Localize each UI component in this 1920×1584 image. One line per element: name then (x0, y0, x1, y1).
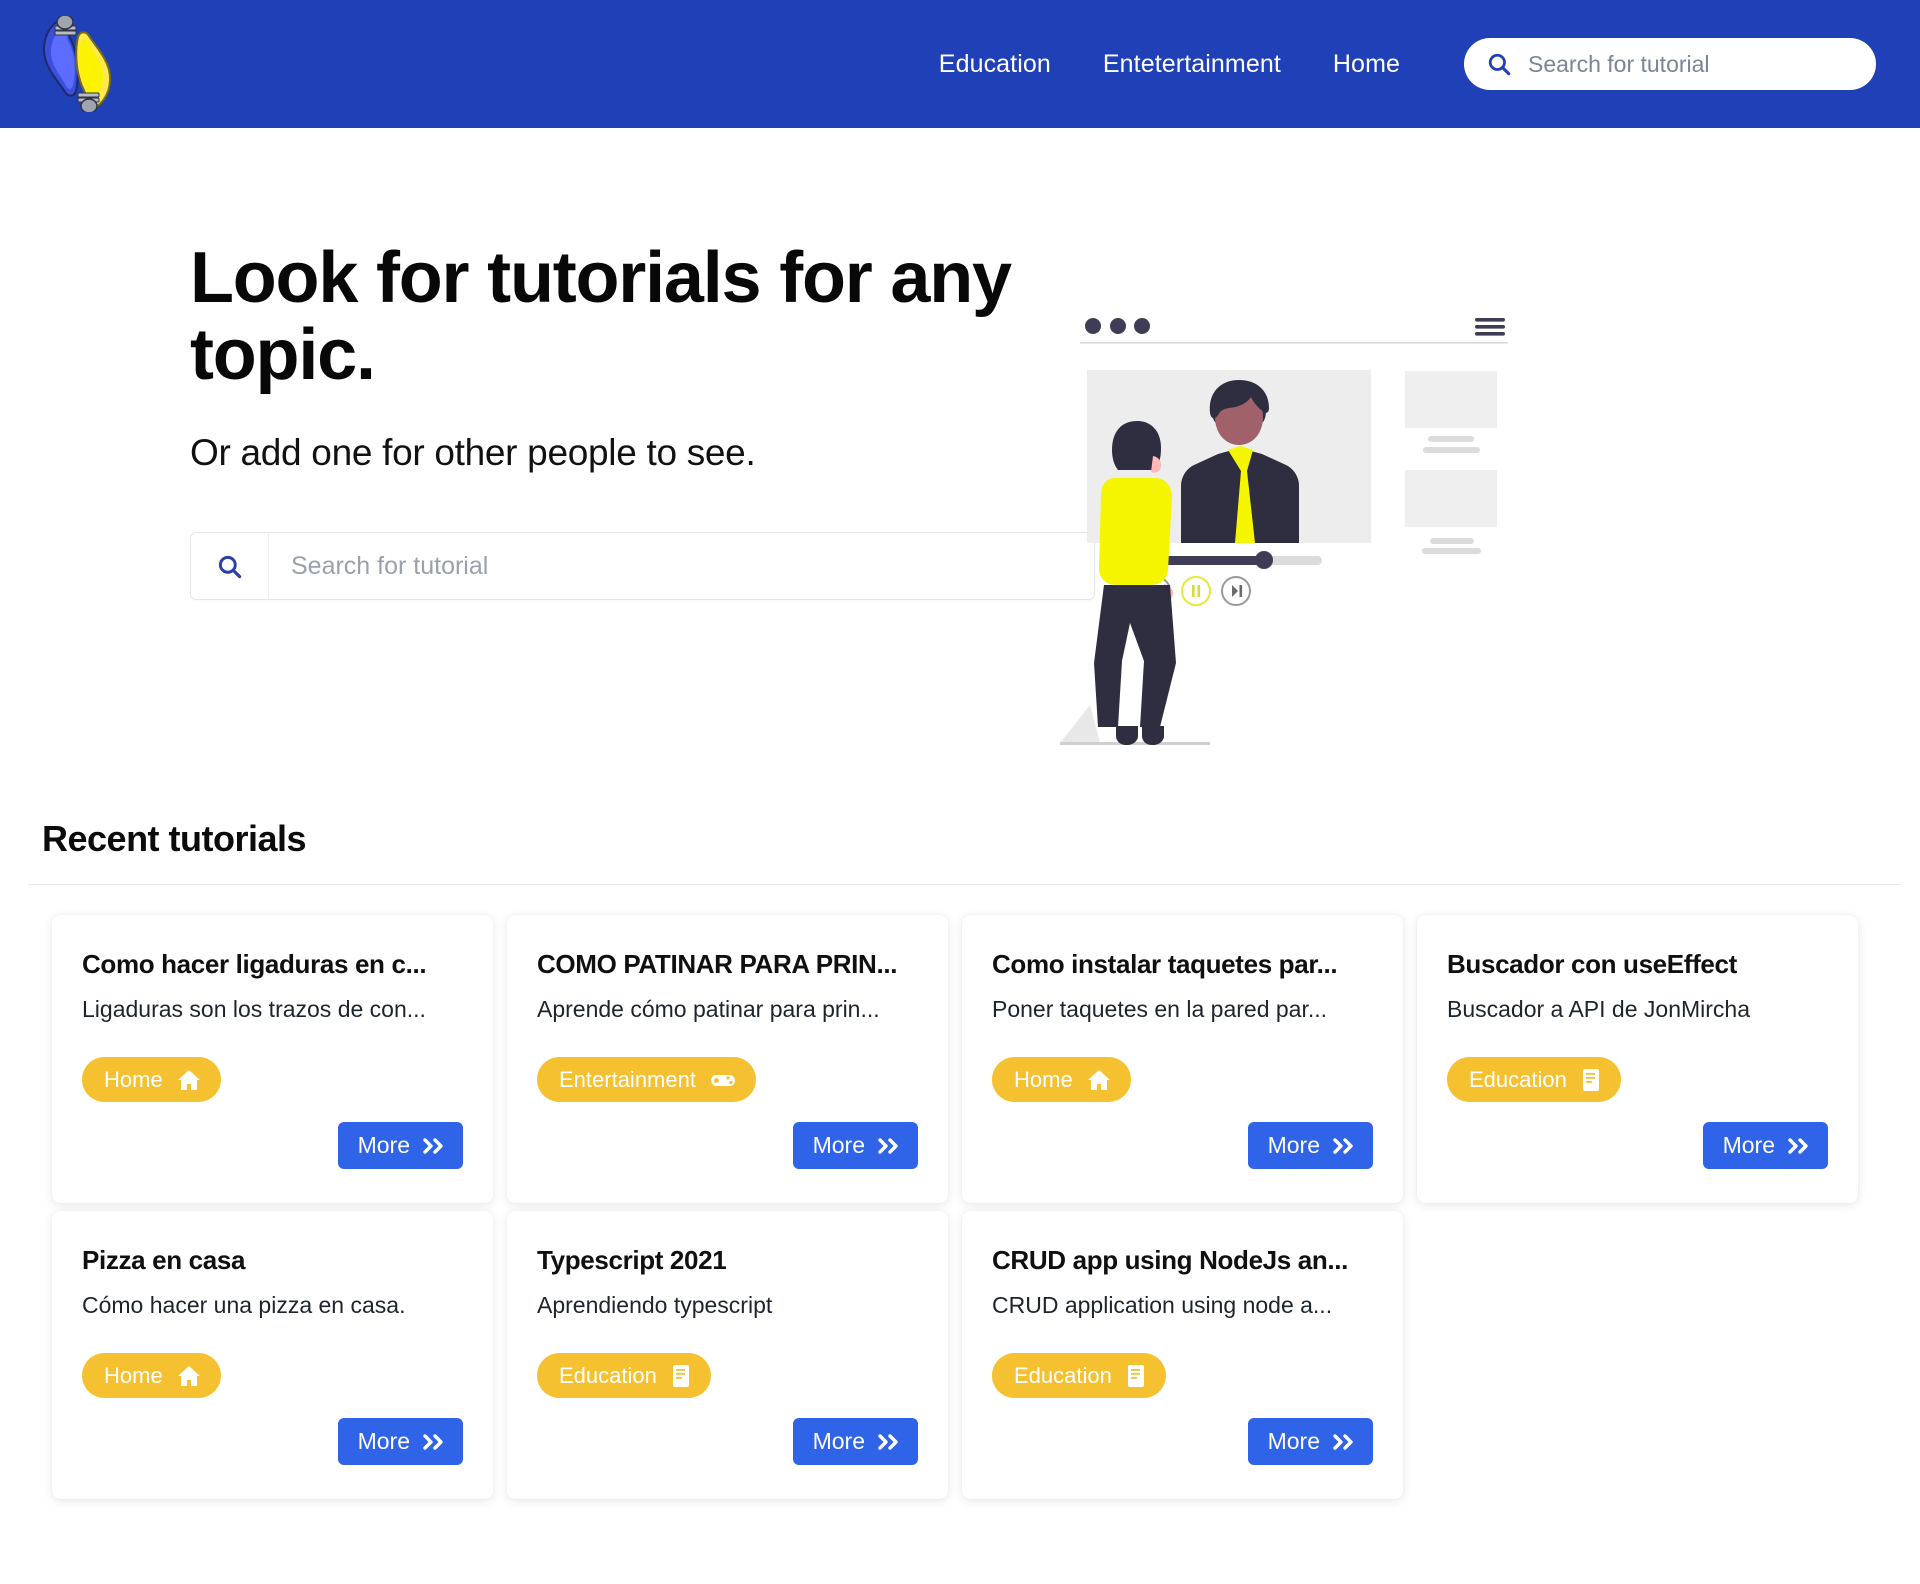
tutorial-card-grid: Como hacer ligaduras en c... Ligaduras s… (42, 885, 1890, 1499)
home-icon (1087, 1069, 1111, 1091)
card-description: Aprende cómo patinar para prin... (537, 996, 918, 1023)
category-badge-label: Entertainment (559, 1067, 696, 1093)
category-badge[interactable]: Entertainment (537, 1057, 756, 1102)
hero-illustration-area (1050, 240, 1920, 818)
more-button[interactable]: More (1248, 1418, 1373, 1465)
book-icon (1581, 1068, 1601, 1092)
nav-link-entertainment[interactable]: Entetertainment (1103, 50, 1281, 79)
double-chevron-right-icon (1333, 1138, 1355, 1154)
category-badge-label: Home (104, 1363, 163, 1389)
hero-search-input[interactable] (269, 533, 1094, 599)
hero-section: Look for tutorials for any topic. Or add… (0, 128, 1920, 818)
search-icon (216, 553, 243, 580)
category-badge[interactable]: Education (1447, 1057, 1621, 1102)
card-title: Typescript 2021 (537, 1245, 918, 1276)
category-badge[interactable]: Home (992, 1057, 1131, 1102)
tutorial-card[interactable]: Pizza en casa Cómo hacer una pizza en ca… (52, 1211, 493, 1499)
card-description: Cómo hacer una pizza en casa. (82, 1292, 463, 1319)
card-title: Como instalar taquetes par... (992, 949, 1373, 980)
more-button-label: More (1268, 1132, 1320, 1159)
tutorial-card[interactable]: CRUD app using NodeJs an... CRUD applica… (962, 1211, 1403, 1499)
category-badge[interactable]: Home (82, 1353, 221, 1398)
page-title: Look for tutorials for any topic. (190, 240, 1050, 394)
more-button-label: More (813, 1428, 865, 1455)
card-title: CRUD app using NodeJs an... (992, 1245, 1373, 1276)
book-icon (1126, 1364, 1146, 1388)
double-chevron-right-icon (878, 1138, 900, 1154)
two-lightbulbs-logo[interactable] (38, 16, 116, 112)
more-button[interactable]: More (1248, 1122, 1373, 1169)
header-search-box[interactable] (1464, 38, 1876, 90)
card-description: CRUD application using node a... (992, 1292, 1373, 1319)
category-badge[interactable]: Education (537, 1353, 711, 1398)
double-chevron-right-icon (423, 1434, 445, 1450)
tutorial-card[interactable]: COMO PATINAR PARA PRIN... Aprende cómo p… (507, 915, 948, 1203)
tutorial-card[interactable]: Buscador con useEffect Buscador a API de… (1417, 915, 1858, 1203)
more-button-label: More (358, 1132, 410, 1159)
header-search-input[interactable] (1528, 51, 1858, 78)
card-description: Ligaduras son los trazos de con... (82, 996, 463, 1023)
more-button[interactable]: More (793, 1418, 918, 1465)
card-title: Pizza en casa (82, 1245, 463, 1276)
section-title: Recent tutorials (42, 818, 1890, 884)
category-badge[interactable]: Education (992, 1353, 1166, 1398)
card-title: Buscador con useEffect (1447, 949, 1828, 980)
gamepad-icon (710, 1071, 736, 1089)
more-button[interactable]: More (793, 1122, 918, 1169)
card-title: Como hacer ligaduras en c... (82, 949, 463, 980)
main-nav: Education Entetertainment Home (939, 50, 1400, 79)
more-button[interactable]: More (338, 1418, 463, 1465)
card-description: Aprendiendo typescript (537, 1292, 918, 1319)
category-badge-label: Home (1014, 1067, 1073, 1093)
hero-copy: Look for tutorials for any topic. Or add… (0, 240, 1050, 818)
nav-link-education[interactable]: Education (939, 50, 1051, 79)
card-description: Buscador a API de JonMircha (1447, 996, 1828, 1023)
double-chevron-right-icon (878, 1434, 900, 1450)
video-player-watching-illustration (1060, 298, 1530, 758)
nav-link-home[interactable]: Home (1333, 50, 1400, 79)
double-chevron-right-icon (1333, 1434, 1355, 1450)
double-chevron-right-icon (423, 1138, 445, 1154)
tutorial-card[interactable]: Como hacer ligaduras en c... Ligaduras s… (52, 915, 493, 1203)
page-subtitle: Or add one for other people to see. (190, 432, 1050, 474)
category-badge-label: Education (559, 1363, 657, 1389)
site-header: Education Entetertainment Home (0, 0, 1920, 128)
more-button-label: More (813, 1132, 865, 1159)
category-badge-label: Education (1014, 1363, 1112, 1389)
book-icon (671, 1364, 691, 1388)
tutorial-card[interactable]: Typescript 2021 Aprendiendo typescript E… (507, 1211, 948, 1499)
tutorial-card[interactable]: Como instalar taquetes par... Poner taqu… (962, 915, 1403, 1203)
hero-search-box[interactable] (190, 532, 1095, 600)
category-badge-label: Education (1469, 1067, 1567, 1093)
double-chevron-right-icon (1788, 1138, 1810, 1154)
home-icon (177, 1365, 201, 1387)
more-button-label: More (358, 1428, 410, 1455)
card-description: Poner taquetes en la pared par... (992, 996, 1373, 1023)
home-icon (177, 1069, 201, 1091)
more-button-label: More (1268, 1428, 1320, 1455)
category-badge-label: Home (104, 1067, 163, 1093)
more-button-label: More (1723, 1132, 1775, 1159)
category-badge[interactable]: Home (82, 1057, 221, 1102)
search-icon-wrapper (191, 533, 269, 599)
more-button[interactable]: More (338, 1122, 463, 1169)
search-icon (1486, 51, 1512, 77)
recent-tutorials-section: Recent tutorials Como hacer ligaduras en… (0, 818, 1920, 1499)
card-title: COMO PATINAR PARA PRIN... (537, 949, 918, 980)
more-button[interactable]: More (1703, 1122, 1828, 1169)
